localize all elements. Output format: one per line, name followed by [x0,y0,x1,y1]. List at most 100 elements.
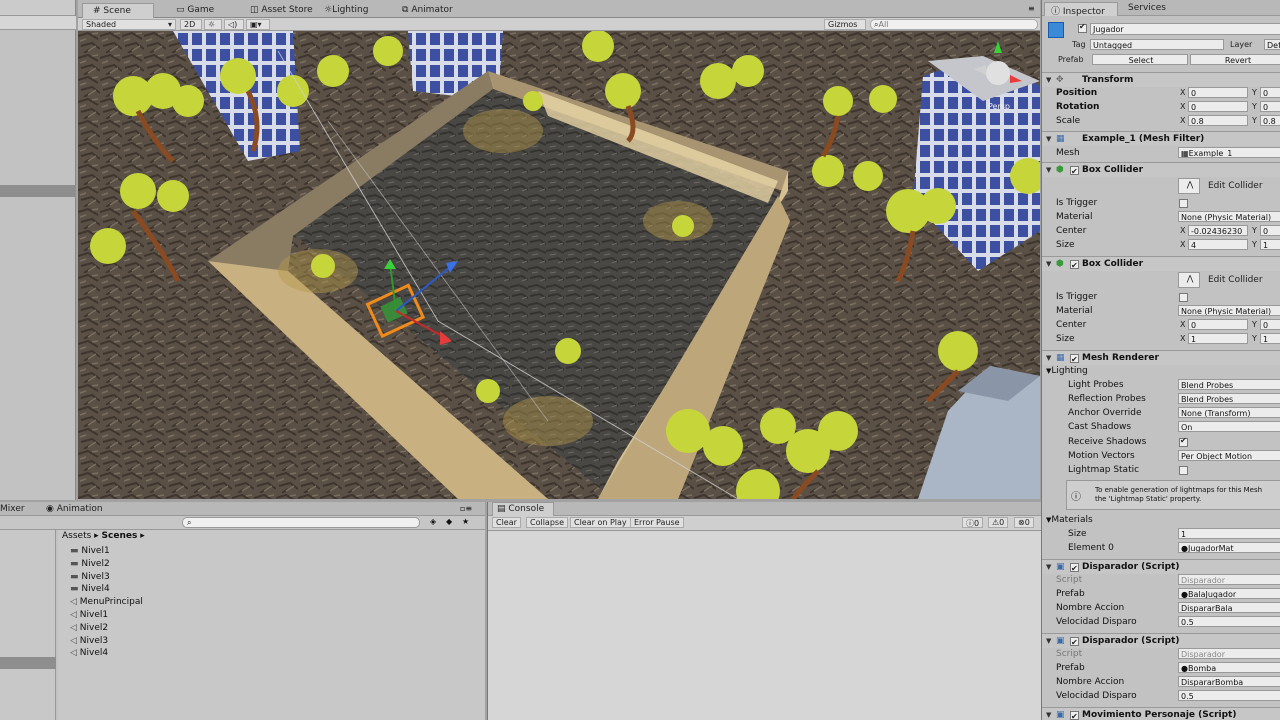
console-info-toggle[interactable]: ⓘ0 [962,517,984,528]
disparador-2-header[interactable]: ▼ ▣ Disparador (Script) [1042,633,1280,650]
disparador-2-velocidad-field[interactable]: 0.5 [1178,690,1280,701]
cast-shadows-dropdown[interactable]: On [1178,421,1280,432]
anchor-override-field[interactable]: None (Transform) [1178,407,1280,418]
movimiento-header[interactable]: ▼ ▣ Movimiento Personaje (Script) [1042,707,1280,720]
console-error-pause-button[interactable]: Error Pause [630,517,684,528]
size-1-x-field[interactable]: 4 [1188,239,1248,250]
tab-asset-store[interactable]: ◫ Asset Store [240,3,320,18]
materials-foldout[interactable]: ▼Materials [1046,513,1093,527]
project-folder-item[interactable]: ▬ Nivel1 [70,546,110,558]
mesh-renderer-header[interactable]: ▼ ▦ Mesh Renderer [1042,350,1280,367]
tab-lighting[interactable]: ☼Lighting [314,3,386,18]
star-icon[interactable]: ★ [462,517,469,526]
disparador-2-enabled-checkbox[interactable] [1070,635,1079,650]
project-scene-item[interactable]: ◁ Nivel1 [70,610,108,622]
shading-dropdown[interactable]: Shaded ▾ [82,19,176,30]
project-search-input[interactable]: ⌕ [182,517,420,528]
lightmap-static-checkbox[interactable] [1179,466,1188,475]
position-y-field[interactable]: 0 [1260,87,1280,98]
console-clear-button[interactable]: Clear [492,517,521,528]
mesh-renderer-enabled-checkbox[interactable] [1070,352,1079,367]
tab-inspector[interactable]: ⓘ Inspector [1044,2,1118,17]
project-scene-item[interactable]: ◁ Nivel2 [70,623,108,635]
console-log-area[interactable] [488,530,1041,720]
disparador-1-enabled-checkbox[interactable] [1070,561,1079,576]
disparador-1-velocidad-field[interactable]: 0.5 [1178,616,1280,627]
disparador-1-header[interactable]: ▼ ▣ Disparador (Script) [1042,559,1280,576]
hierarchy-selected-row[interactable] [0,185,76,197]
project-scene-item[interactable]: ◁ Nivel4 [70,648,108,660]
tab-console[interactable]: ▤ Console [492,502,554,516]
hierarchy-search[interactable] [0,16,76,30]
light-probes-dropdown[interactable]: Blend Probes [1178,379,1280,390]
material-1-field[interactable]: None (Physic Material) [1178,211,1280,222]
tab-services[interactable]: Services [1122,2,1182,16]
rotation-x-field[interactable]: 0 [1188,101,1248,112]
is-trigger-2-checkbox[interactable] [1179,293,1188,302]
tab-game[interactable]: ▭ Game [166,3,232,18]
project-scene-item[interactable]: ◁ MenuPrincipal [70,597,143,609]
disparador-1-prefab-field[interactable]: ●BalaJugador [1178,588,1280,599]
project-folder-item[interactable]: ▬ Nivel2 [70,559,110,571]
layer-dropdown[interactable]: Def [1264,39,1280,50]
box-collider-1-header[interactable]: ▼ ⬢ Box Collider [1042,162,1280,179]
lock-icon[interactable]: ▫≡ [460,504,472,513]
tab-animator[interactable]: ⧉ Animator [392,3,472,18]
tag-dropdown[interactable]: Untagged [1090,39,1224,50]
box-collider-2-enabled-checkbox[interactable] [1070,258,1079,273]
motion-vectors-dropdown[interactable]: Per Object Motion [1178,450,1280,461]
movimiento-enabled-checkbox[interactable] [1070,709,1079,720]
filter-label-icon[interactable]: ◆ [446,517,452,526]
size-1-y-field[interactable]: 1 [1260,239,1280,250]
rotation-y-field[interactable]: 0 [1260,101,1280,112]
edit-collider-2-button[interactable]: ⋀ [1178,272,1200,288]
box-collider-1-enabled-checkbox[interactable] [1070,164,1079,179]
console-warn-toggle[interactable]: ⚠0 [988,517,1009,528]
console-clear-on-play-button[interactable]: Clear on Play [570,517,631,528]
transform-header[interactable]: ▼ ✥ Transform [1042,72,1280,87]
center-1-x-field[interactable]: -0.02436230 [1188,225,1248,236]
breadcrumb-assets[interactable]: Assets [62,531,91,541]
mesh-field[interactable]: ▦Example_1 [1178,147,1280,158]
filter-type-icon[interactable]: ◈ [430,517,436,526]
object-name-field[interactable]: Jugador [1090,23,1280,35]
size-2-x-field[interactable]: 1 [1188,333,1248,344]
gizmos-dropdown[interactable]: Gizmos ▾ [824,19,866,38]
scale-x-field[interactable]: 0.8 [1188,115,1248,126]
prefab-revert-button[interactable]: Revert [1190,54,1280,65]
center-2-y-field[interactable]: 0 [1260,319,1280,330]
console-error-toggle[interactable]: ⊗0 [1014,517,1034,528]
receive-shadows-checkbox[interactable] [1179,436,1188,447]
project-folder-item[interactable]: ▬ Nivel3 [70,572,110,584]
console-collapse-button[interactable]: Collapse [526,517,568,528]
size-2-y-field[interactable]: 1 [1260,333,1280,344]
effects-dropdown-icon[interactable]: ▣▾ [246,19,270,30]
project-scene-item[interactable]: ◁ Nivel3 [70,636,108,648]
tab-animation[interactable]: ◉ Animation [46,504,103,514]
project-folder-item[interactable]: ▬ Nivel4 [70,584,110,596]
element-0-field[interactable]: ●JugadorMat [1178,542,1280,553]
scale-y-field[interactable]: 0.8 [1260,115,1280,126]
scene-search-input[interactable]: ⌕All [870,19,1038,30]
folder-tree-selected[interactable] [0,657,56,669]
mesh-filter-header[interactable]: ▼ ▦ Example_1 (Mesh Filter) [1042,131,1280,146]
position-x-field[interactable]: 0 [1188,87,1248,98]
tab-menu-icon[interactable]: ≡ [1028,4,1035,13]
breadcrumb-scenes[interactable]: Scenes [102,531,138,541]
disparador-2-nombre-field[interactable]: DispararBomba [1178,676,1280,687]
reflection-probes-dropdown[interactable]: Blend Probes [1178,393,1280,404]
prefab-select-button[interactable]: Select [1092,54,1188,65]
center-1-y-field[interactable]: 0 [1260,225,1280,236]
2d-toggle[interactable]: 2D [180,19,202,30]
box-collider-2-header[interactable]: ▼ ⬢ Box Collider [1042,256,1280,273]
center-2-x-field[interactable]: 0 [1188,319,1248,330]
scene-viewport[interactable]: Persp [78,31,1040,499]
edit-collider-1-button[interactable]: ⋀ [1178,178,1200,194]
material-2-field[interactable]: None (Physic Material) [1178,305,1280,316]
audio-toggle-icon[interactable]: ◁) [224,19,244,30]
active-checkbox[interactable] [1078,22,1087,33]
disparador-2-prefab-field[interactable]: ●Bomba [1178,662,1280,673]
tab-mixer[interactable]: Mixer [0,504,25,514]
materials-size-field[interactable]: 1 [1178,528,1280,539]
disparador-1-nombre-field[interactable]: DispararBala [1178,602,1280,613]
